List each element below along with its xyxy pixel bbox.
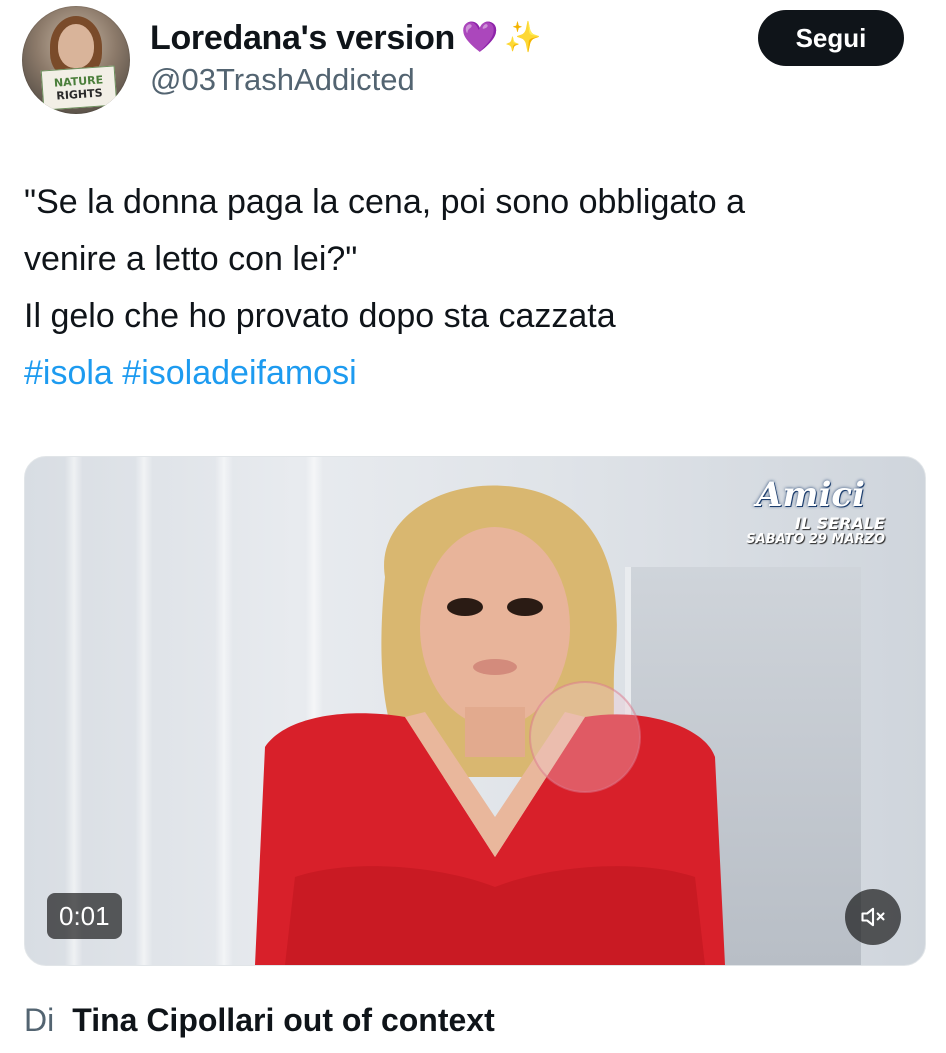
user-handle[interactable]: @03TrashAddicted — [150, 62, 415, 98]
speaker-muted-icon — [861, 907, 885, 927]
avatar-sign-line2: RIGHTS — [55, 86, 103, 103]
avatar[interactable]: NATURE RIGHTS — [22, 6, 130, 114]
purple-heart-emoji: 💜 — [461, 20, 499, 55]
video-attribution[interactable]: Di Tina Cipollari out of context — [24, 998, 495, 1042]
author-name-row[interactable]: Loredana's version 💜 ✨ — [150, 16, 542, 60]
sparkles-emoji: ✨ — [504, 20, 542, 55]
hashtag-line: #isola #isoladeifamosi — [24, 345, 914, 402]
video-player[interactable]: Amici IL SERALE SABATO 29 MARZO 0:01 — [24, 456, 926, 966]
hashtag-link[interactable]: #isoladeifamosi — [122, 354, 356, 392]
video-timestamp: 0:01 — [47, 893, 122, 939]
attribution-prefix: Di — [24, 1001, 55, 1038]
channel-logo: Amici IL SERALE SABATO 29 MARZO — [746, 475, 885, 547]
tweet-line: "Se la donna paga la cena, poi sono obbl… — [24, 183, 745, 221]
hashtag-link[interactable]: #isola — [24, 354, 113, 392]
attribution-source[interactable]: Tina Cipollari out of context — [72, 1002, 495, 1039]
logo-show: IL SERALE — [795, 514, 885, 533]
avatar-face — [58, 24, 94, 68]
mute-button[interactable] — [845, 889, 901, 945]
tweet-text: "Se la donna paga la cena, poi sono obbl… — [24, 174, 914, 402]
avatar-sign: NATURE RIGHTS — [40, 65, 118, 111]
follow-button[interactable]: Segui — [758, 10, 904, 66]
display-name[interactable]: Loredana's version — [150, 19, 455, 58]
logo-date: SABATO 29 MARZO — [746, 532, 885, 547]
tweet-line: venire a letto con lei?" — [24, 240, 358, 278]
logo-brand: Amici — [756, 475, 865, 515]
tweet-line: Il gelo che ho provato dopo sta cazzata — [24, 297, 616, 335]
